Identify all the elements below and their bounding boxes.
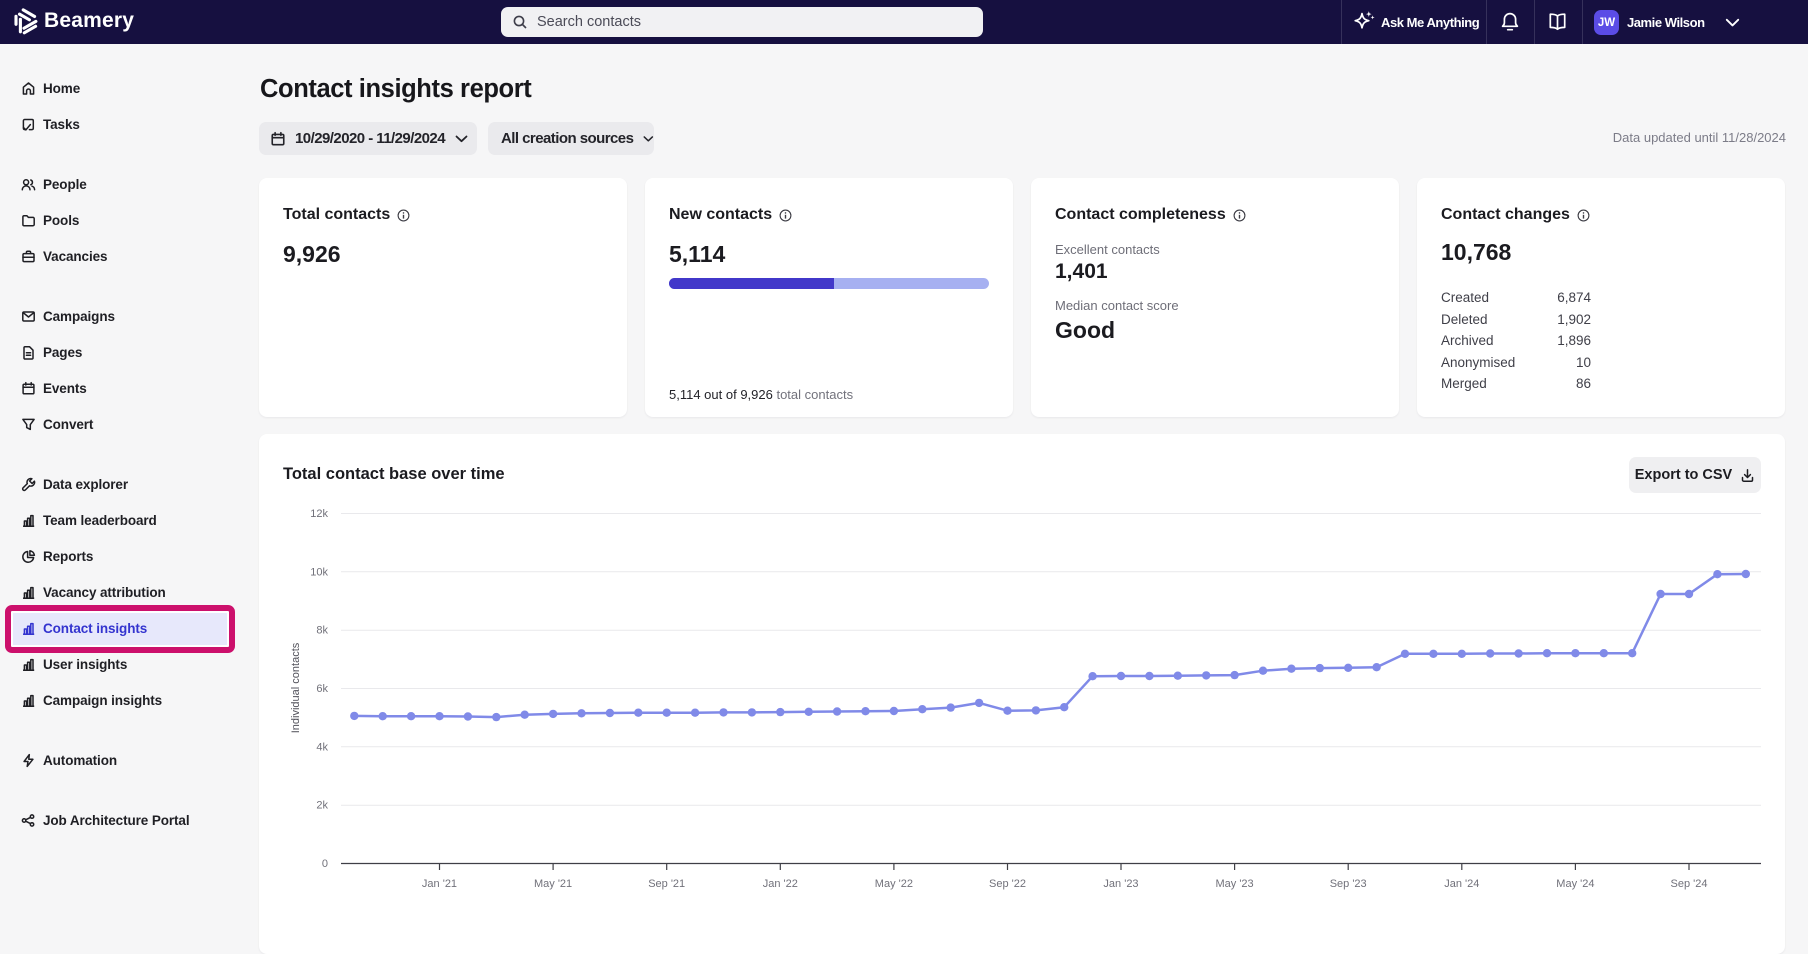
svg-text:May '21: May '21 [534,878,572,890]
svg-text:May '24: May '24 [1556,878,1594,890]
svg-text:Sep '21: Sep '21 [648,878,685,890]
svg-text:4k: 4k [316,741,328,753]
svg-text:2k: 2k [316,800,328,812]
svg-text:Sep '23: Sep '23 [1330,878,1367,890]
svg-text:Jan '23: Jan '23 [1103,878,1138,890]
svg-text:0: 0 [322,858,328,870]
svg-text:Jan '22: Jan '22 [763,878,798,890]
svg-text:Sep '24: Sep '24 [1671,878,1708,890]
svg-text:Individual contacts: Individual contacts [290,642,302,733]
svg-text:Jan '21: Jan '21 [422,878,457,890]
svg-text:10k: 10k [310,566,328,578]
svg-text:May '23: May '23 [1216,878,1254,890]
svg-text:12k: 12k [310,508,328,520]
svg-text:8k: 8k [316,625,328,637]
svg-text:Sep '22: Sep '22 [989,878,1026,890]
svg-text:May '22: May '22 [875,878,913,890]
svg-text:Jan '24: Jan '24 [1444,878,1479,890]
svg-text:6k: 6k [316,683,328,695]
